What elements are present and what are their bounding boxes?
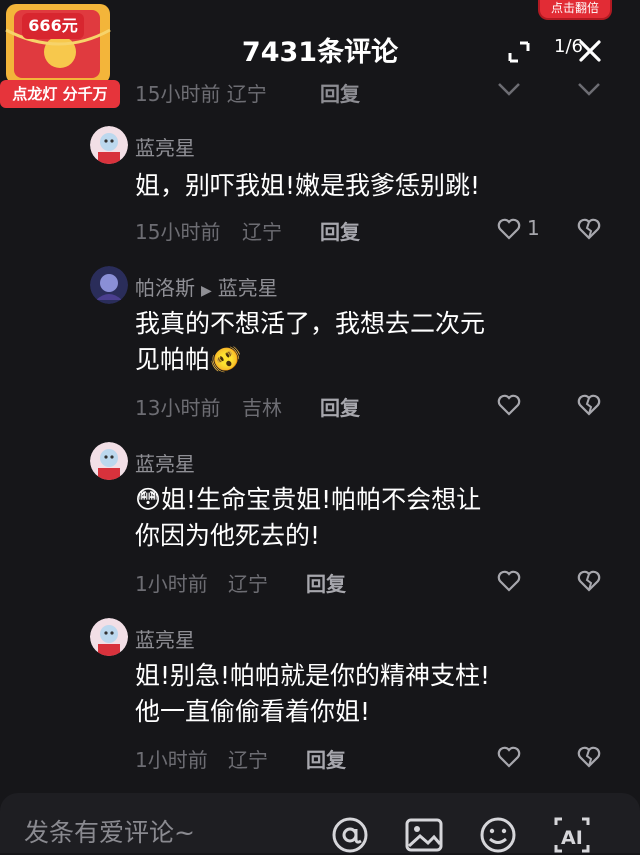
heart-outline-icon[interactable] — [496, 217, 522, 241]
reply-button[interactable]: 回复 — [320, 392, 360, 421]
chevron-down-icon[interactable] — [496, 80, 522, 100]
comment-item: 帕洛斯 ▶ 蓝亮星 我真的不想活了，我想去二次元 见帕帕🫨 13小时前 吉林 回复 — [0, 264, 640, 434]
comment-location: 辽宁 — [228, 748, 268, 772]
avatar[interactable] — [90, 618, 128, 656]
comment-username[interactable]: 蓝亮星 — [135, 448, 195, 477]
comment-item: 蓝亮星 姐!别急!帕帕就是你的精神支柱! 他一直偷偷看着你姐! 1小时前 辽宁 … — [0, 616, 640, 792]
comment-text: 姐!别急!帕帕就是你的精神支柱! 他一直偷偷看着你姐! — [135, 661, 491, 726]
reply-button[interactable]: 回复 — [306, 744, 346, 773]
reply-target-username[interactable]: 蓝亮星 — [218, 276, 278, 300]
double-badge[interactable]: 点击翻倍 — [538, 0, 612, 20]
comment-input[interactable]: 发条有爱评论~ — [24, 813, 195, 849]
broken-heart-icon[interactable] — [576, 217, 602, 241]
svg-text:AI: AI — [561, 827, 583, 849]
heart-outline-icon[interactable] — [496, 745, 522, 769]
previous-comment-meta: 15小时前 辽宁 — [135, 82, 267, 106]
broken-heart-icon[interactable] — [576, 569, 602, 593]
like-count: 1 — [527, 216, 540, 240]
heart-outline-icon[interactable] — [496, 393, 522, 417]
ai-icon[interactable]: AI — [552, 815, 592, 855]
comment-location: 吉林 — [242, 396, 282, 420]
comment-location: 辽宁 — [242, 220, 282, 244]
comment-time: 13小时前 — [135, 396, 221, 420]
reply-arrow-icon: ▶ — [201, 283, 212, 299]
previous-comment-meta-row: 15小时前 辽宁 回复 — [0, 70, 640, 107]
comment-username[interactable]: 蓝亮星 — [135, 624, 195, 653]
image-icon[interactable] — [404, 815, 444, 855]
comment-username[interactable]: 帕洛斯 — [135, 276, 195, 300]
comment-text: 姐，别吓我姐!嫩是我爹恁别跳! — [135, 171, 481, 200]
heart-outline-icon[interactable] — [496, 569, 522, 593]
comment-location: 辽宁 — [228, 572, 268, 596]
comment-username[interactable]: 蓝亮星 — [135, 132, 195, 161]
close-icon[interactable] — [577, 38, 603, 64]
comment-input-bar[interactable]: 发条有爱评论~ AI — [0, 793, 640, 853]
expand-icon[interactable] — [507, 40, 531, 64]
at-icon[interactable] — [330, 815, 370, 855]
avatar[interactable] — [90, 266, 128, 304]
avatar[interactable] — [90, 126, 128, 164]
promo-amount: 666元 — [22, 13, 84, 39]
comment-time: 15小时前 — [135, 220, 221, 244]
broken-heart-icon[interactable] — [576, 745, 602, 769]
reply-button[interactable]: 回复 — [320, 216, 360, 245]
previous-reply-button[interactable]: 回复 — [320, 78, 360, 107]
reply-button[interactable]: 回复 — [306, 568, 346, 597]
emoji-icon[interactable] — [478, 815, 518, 855]
avatar[interactable] — [90, 442, 128, 480]
broken-heart-icon[interactable] — [576, 80, 602, 100]
comment-text: 😳姐!生命宝贵姐!帕帕不会想让 你因为他死去的! — [135, 485, 482, 550]
comment-username-line: 帕洛斯 ▶ 蓝亮星 — [135, 272, 278, 301]
comment-text: 我真的不想活了，我想去二次元 见帕帕🫨 — [135, 309, 486, 374]
comment-item: 蓝亮星 姐，别吓我姐!嫩是我爹恁别跳! 15小时前 辽宁 回复 1 — [0, 120, 640, 260]
comment-time: 1小时前 — [135, 572, 208, 596]
comment-time: 1小时前 — [135, 748, 208, 772]
comment-item: 蓝亮星 😳姐!生命宝贵姐!帕帕不会想让 你因为他死去的! 1小时前 辽宁 回复 — [0, 440, 640, 616]
broken-heart-icon[interactable] — [576, 393, 602, 417]
